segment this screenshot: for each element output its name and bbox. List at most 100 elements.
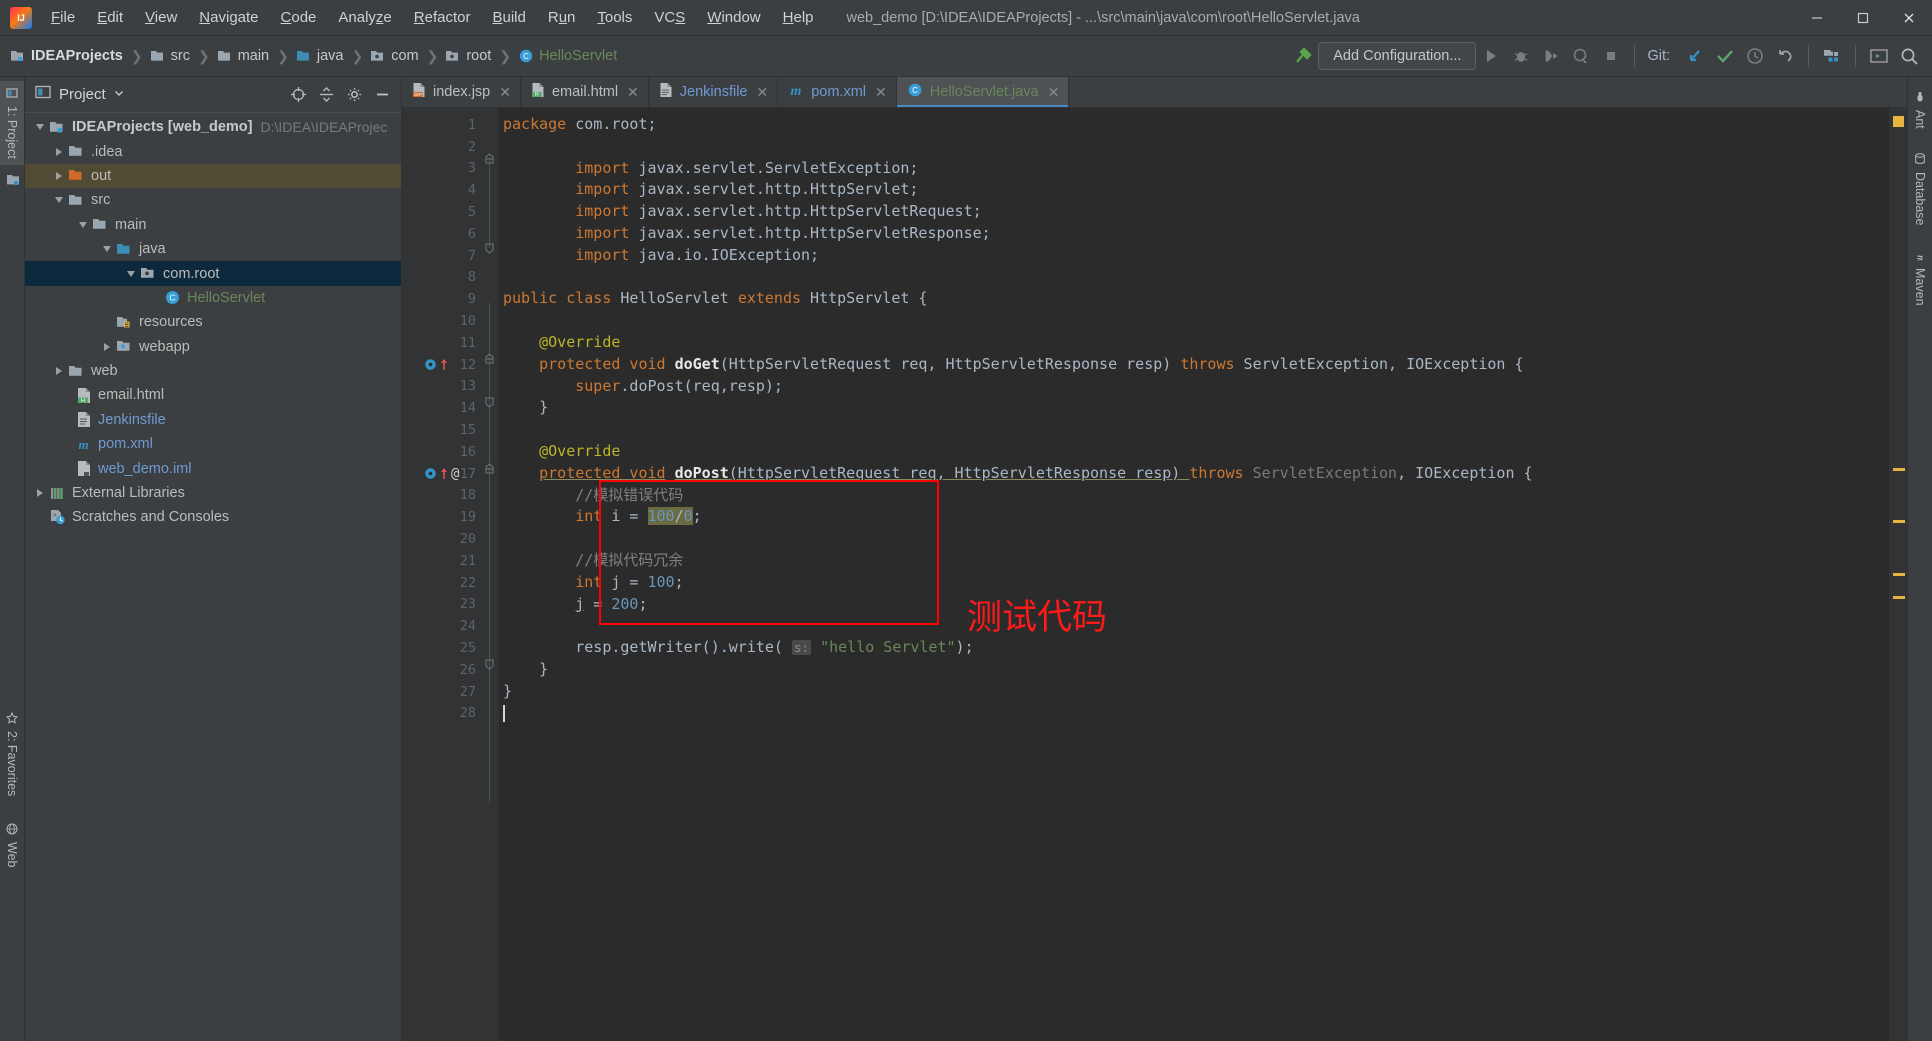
tree-node-ideaprojects[interactable]: IDEAProjects [web_demo] D:\IDEA\IDEAProj…	[25, 115, 401, 139]
menu-vcs[interactable]: VCS	[643, 0, 696, 36]
fold-end-imports-icon[interactable]	[484, 243, 495, 254]
tree-node-web[interactable]: web	[25, 359, 401, 383]
code-text-area[interactable]: package com.root; import javax.servlet.S…	[499, 108, 1889, 1041]
sidebar-item-favorites[interactable]: 2: Favorites	[0, 706, 24, 802]
twisty-right-icon[interactable]	[50, 147, 67, 156]
maximize-button[interactable]	[1840, 0, 1886, 36]
breadcrumb-item-com[interactable]: com	[368, 46, 421, 66]
run-with-coverage-icon[interactable]	[1536, 42, 1566, 70]
editor-gutter[interactable]: 1 2 3 4 5 6 7 8 9 10 11 12 13 14 15 16 @…	[402, 108, 481, 1041]
run-icon[interactable]	[1476, 42, 1506, 70]
tab-pom-xml[interactable]: m pom.xml ✕	[778, 77, 897, 107]
tree-node-resources[interactable]: resources	[25, 310, 401, 334]
profiler-icon[interactable]	[1566, 42, 1596, 70]
tree-node-web-demo-iml[interactable]: web_demo.iml	[25, 456, 401, 480]
tree-node-jenkinsfile[interactable]: Jenkinsfile	[25, 408, 401, 432]
fold-collapse-imports-icon[interactable]	[484, 153, 495, 164]
tab-close-icon[interactable]: ✕	[1048, 84, 1060, 101]
tab-close-icon[interactable]: ✕	[499, 84, 511, 101]
tree-node-external-libraries[interactable]: External Libraries	[25, 481, 401, 505]
tree-node-src[interactable]: src	[25, 188, 401, 212]
tree-node-scratches-consoles[interactable]: > Scratches and Consoles	[25, 505, 401, 529]
terminal-icon[interactable]	[1864, 42, 1894, 70]
menu-navigate[interactable]: Navigate	[188, 0, 269, 36]
menu-analyze[interactable]: Analyze	[327, 0, 402, 36]
fold-collapse-dopost-icon[interactable]	[484, 463, 495, 474]
tree-node-helloservlet[interactable]: C HelloServlet	[25, 286, 401, 310]
breadcrumb-item-main[interactable]: main	[215, 46, 272, 66]
twisty-right-icon[interactable]	[50, 171, 67, 180]
warning-stripe-mark[interactable]	[1893, 468, 1905, 471]
menu-tools[interactable]: Tools	[586, 0, 643, 36]
sidebar-item-database[interactable]: Database	[1908, 147, 1932, 232]
git-history-icon[interactable]	[1740, 42, 1770, 70]
settings-gear-icon[interactable]	[341, 82, 367, 108]
menu-file[interactable]: File	[40, 0, 86, 36]
tab-jenkinsfile[interactable]: Jenkinsfile ✕	[649, 77, 779, 107]
editor-fold-column[interactable]	[481, 108, 499, 1041]
git-update-project-icon[interactable]	[1680, 42, 1710, 70]
tab-close-icon[interactable]: ✕	[875, 84, 887, 101]
close-button[interactable]	[1886, 0, 1932, 36]
menu-view[interactable]: View	[134, 0, 188, 36]
breadcrumb-item-java[interactable]: java	[294, 46, 347, 66]
twisty-right-icon[interactable]	[98, 342, 115, 351]
fold-collapse-doget-icon[interactable]	[484, 353, 495, 364]
fold-end-doget-icon[interactable]	[484, 397, 495, 408]
tab-helloservlet-java[interactable]: C HelloServlet.java ✕	[896, 77, 1070, 107]
gutter-marks-line-12[interactable]	[424, 358, 448, 371]
menu-edit[interactable]: Edit	[86, 0, 134, 36]
warning-stripe-mark[interactable]	[1893, 573, 1905, 576]
debug-icon[interactable]	[1506, 42, 1536, 70]
twisty-down-icon[interactable]	[98, 246, 115, 253]
menu-refactor[interactable]: Refactor	[403, 0, 482, 36]
menu-help[interactable]: Help	[772, 0, 825, 36]
build-hammer-icon[interactable]	[1288, 42, 1318, 70]
sidebar-item-web[interactable]: Web	[0, 817, 24, 873]
twisty-down-icon[interactable]	[31, 124, 48, 131]
collapse-all-icon[interactable]	[313, 82, 339, 108]
menu-window[interactable]: Window	[696, 0, 771, 36]
tab-close-icon[interactable]: ✕	[627, 84, 639, 101]
select-opened-file-icon[interactable]	[285, 82, 311, 108]
twisty-down-icon[interactable]	[50, 197, 67, 204]
gutter-marks-line-17[interactable]: @	[424, 466, 459, 482]
hide-panel-icon[interactable]	[369, 82, 395, 108]
git-commit-icon[interactable]	[1710, 42, 1740, 70]
warning-stripe-mark[interactable]	[1893, 596, 1905, 599]
fold-end-dopost-icon[interactable]	[484, 659, 495, 670]
breadcrumb-item-ideaprojects[interactable]: IDEAProjects	[8, 46, 126, 66]
tree-node-email-html[interactable]: H email.html	[25, 383, 401, 407]
search-everywhere-icon[interactable]	[1894, 42, 1924, 70]
menu-build[interactable]: Build	[481, 0, 536, 36]
twisty-right-icon[interactable]	[31, 489, 48, 498]
twisty-down-icon[interactable]	[122, 270, 139, 277]
stop-icon[interactable]	[1596, 42, 1626, 70]
tree-node-com-root[interactable]: com.root	[25, 261, 401, 286]
git-rollback-icon[interactable]	[1770, 42, 1800, 70]
structure-rail-icon[interactable]	[0, 173, 25, 187]
tree-node-idea[interactable]: .idea	[25, 139, 401, 163]
project-structure-icon[interactable]	[1817, 42, 1847, 70]
tab-email-html[interactable]: H email.html ✕	[521, 77, 649, 107]
project-tree[interactable]: IDEAProjects [web_demo] D:\IDEA\IDEAProj…	[25, 113, 401, 1041]
twisty-down-icon[interactable]	[74, 221, 91, 228]
twisty-right-icon[interactable]	[50, 367, 67, 376]
menu-code[interactable]: Code	[270, 0, 328, 36]
tree-node-webapp[interactable]: webapp	[25, 335, 401, 359]
inspection-status-box[interactable]	[1893, 116, 1904, 127]
breadcrumb-item-src[interactable]: src	[148, 46, 193, 66]
menu-run[interactable]: Run	[537, 0, 587, 36]
breadcrumb-item-root[interactable]: root	[443, 46, 494, 66]
error-stripe-gutter[interactable]	[1889, 108, 1907, 1041]
warning-stripe-mark[interactable]	[1893, 520, 1905, 523]
chevron-down-icon[interactable]	[113, 86, 125, 104]
minimize-button[interactable]	[1794, 0, 1840, 36]
tab-index-jsp[interactable]: JSP index.jsp ✕	[402, 77, 521, 107]
breadcrumb-item-helloservlet[interactable]: C HelloServlet	[516, 46, 620, 66]
tree-node-out[interactable]: out	[25, 163, 401, 189]
sidebar-item-project[interactable]: 1: Project	[0, 81, 24, 165]
tree-node-main[interactable]: main	[25, 213, 401, 237]
tab-close-icon[interactable]: ✕	[756, 84, 768, 101]
tree-node-pom-xml[interactable]: m pom.xml	[25, 432, 401, 456]
